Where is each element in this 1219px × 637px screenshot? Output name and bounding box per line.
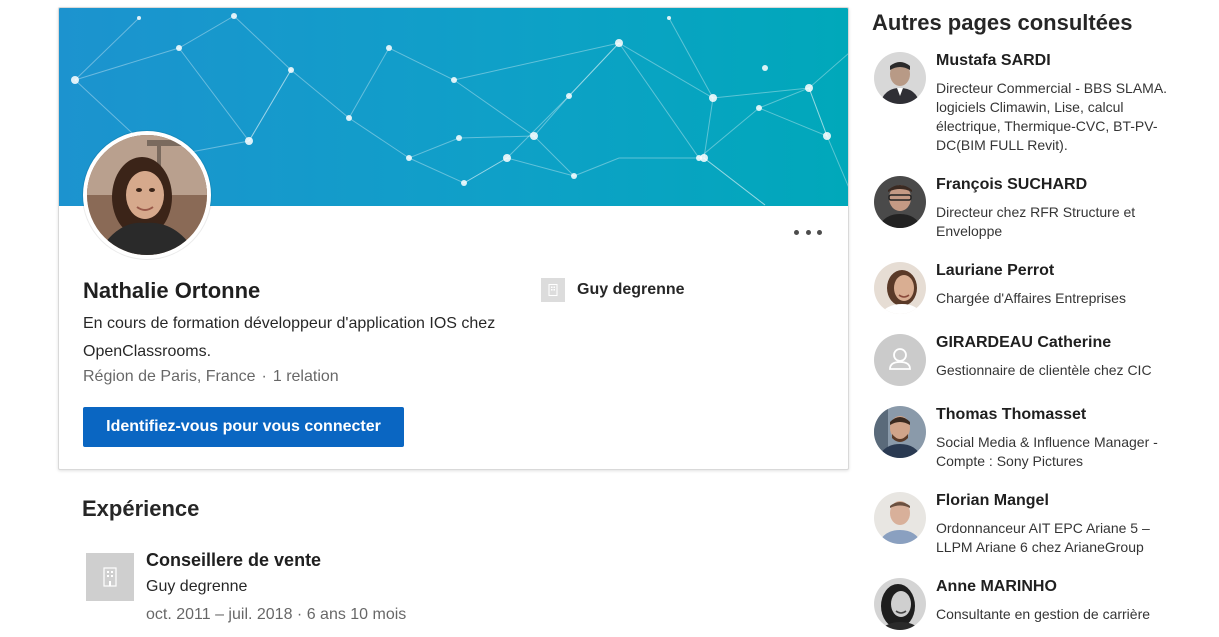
experience-company: Guy degrenne	[146, 578, 248, 595]
list-item[interactable]: GIRARDEAU Catherine Gestionnaire de clie…	[872, 334, 1202, 406]
person-name: Mustafa SARDI	[936, 52, 1051, 69]
list-item[interactable]: François SUCHARD Directeur chez RFR Stru…	[872, 176, 1202, 262]
profile-card: Nathalie Ortonne En cours de formation d…	[58, 7, 849, 470]
list-item[interactable]: Anne MARINHO Consultante en gestion de c…	[872, 578, 1202, 636]
avatar	[874, 578, 926, 630]
current-company[interactable]: Guy degrenne	[541, 278, 685, 302]
list-item[interactable]: Thomas Thomasset Social Media & Influenc…	[872, 406, 1202, 492]
avatar	[874, 334, 926, 386]
separator: ·	[261, 368, 267, 385]
person-name: Anne MARINHO	[936, 578, 1057, 595]
sidebar-title: Autres pages consultées	[872, 10, 1133, 35]
profile-avatar[interactable]	[83, 131, 211, 259]
list-item[interactable]: Mustafa SARDI Directeur Commercial - BBS…	[872, 52, 1202, 176]
profile-meta: Région de Paris, France · 1 relation	[83, 368, 339, 386]
person-name: Thomas Thomasset	[936, 406, 1087, 423]
experience-role: Conseillere de vente	[146, 550, 322, 570]
experience-title: Expérience	[82, 496, 200, 521]
person-description: Ordonnanceur AIT EPC Ariane 5 – LLPM Ari…	[936, 520, 1150, 555]
more-actions-button[interactable]	[794, 222, 822, 242]
person-description: Directeur chez RFR Structure et Envelopp…	[936, 204, 1136, 239]
profile-headline: En cours de formation développeur d'appl…	[83, 315, 496, 360]
company-logo-icon	[541, 278, 565, 302]
person-description: Consultante en gestion de carrière	[936, 606, 1151, 622]
person-description: Social Media & Influence Manager - Compt…	[936, 434, 1158, 469]
person-name: Florian Mangel	[936, 492, 1049, 509]
current-company-name: Guy degrenne	[577, 281, 685, 298]
avatar	[874, 176, 926, 228]
profile-photo-icon	[87, 135, 207, 255]
default-person-icon	[874, 334, 926, 386]
person-name: GIRARDEAU Catherine	[936, 334, 1112, 351]
person-description: Chargée d'Affaires Entreprises	[936, 290, 1126, 306]
profile-relations[interactable]: 1 relation	[273, 368, 339, 385]
connect-button[interactable]: Identifiez-vous pour vous connecter	[83, 407, 404, 447]
experience-dates: oct. 2011 – juil. 2018 · 6 ans 10 mois	[146, 606, 407, 623]
avatar	[874, 406, 926, 458]
profile-location: Région de Paris, France	[83, 368, 256, 385]
building-icon	[86, 553, 134, 601]
dot-icon	[805, 229, 811, 235]
profile-name: Nathalie Ortonne	[83, 278, 261, 303]
list-item[interactable]: Lauriane Perrot Chargée d'Affaires Entre…	[872, 262, 1202, 334]
avatar	[874, 492, 926, 544]
people-also-viewed-list: Mustafa SARDI Directeur Commercial - BBS…	[872, 52, 1202, 636]
person-description: Directeur Commercial - BBS SLAMA. logici…	[936, 80, 1168, 153]
avatar	[874, 262, 926, 314]
list-item[interactable]: Florian Mangel Ordonnanceur AIT EPC Aria…	[872, 492, 1202, 578]
dot-icon	[794, 229, 799, 235]
avatar	[874, 52, 926, 104]
person-name: Lauriane Perrot	[936, 262, 1055, 279]
person-description: Gestionnaire de clientèle chez CIC	[936, 362, 1152, 378]
dot-icon	[817, 229, 822, 235]
person-name: François SUCHARD	[936, 176, 1088, 193]
